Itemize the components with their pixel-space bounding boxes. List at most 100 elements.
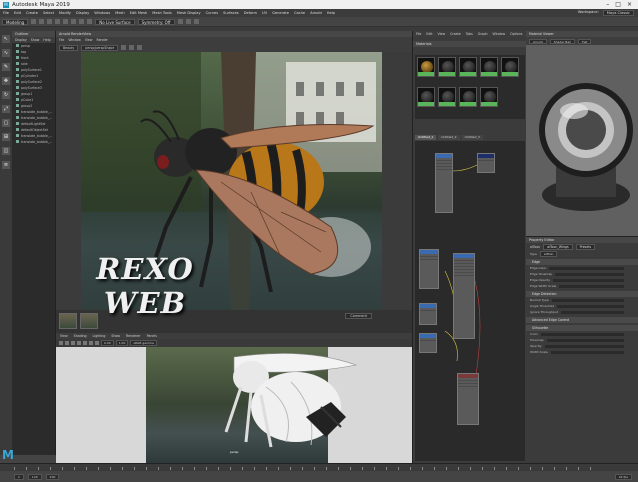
- comment-field[interactable]: Comment: [345, 313, 372, 319]
- color-space-dropdown[interactable]: sRGB gamma: [130, 340, 157, 346]
- material-swatch[interactable]: [438, 87, 456, 107]
- redo-icon[interactable]: [63, 19, 69, 24]
- menuset-dropdown[interactable]: Modeling: [2, 18, 29, 25]
- render-view-menu-item[interactable]: Render: [97, 37, 108, 43]
- material-swatch[interactable]: [438, 57, 456, 77]
- move-tool-icon[interactable]: ✥: [2, 77, 10, 85]
- place2d-node[interactable]: [419, 303, 437, 325]
- material-swatch[interactable]: [417, 57, 435, 77]
- maximize-icon[interactable]: □: [615, 1, 621, 8]
- material-swatch[interactable]: [459, 57, 477, 77]
- ipr-render-icon[interactable]: [185, 19, 191, 24]
- select-tool-icon[interactable]: ↖: [2, 35, 10, 43]
- layout-split-icon[interactable]: ◫: [2, 147, 10, 155]
- lasso-tool-icon[interactable]: ∿: [2, 49, 10, 57]
- attribute-slider[interactable]: [559, 284, 624, 288]
- symmetry-dropdown[interactable]: Symmetry: Off: [137, 18, 175, 25]
- attribute-slider[interactable]: [540, 332, 624, 336]
- environment-dropdown[interactable]: Flat: [577, 38, 592, 44]
- end-frame-field[interactable]: 120: [27, 473, 42, 480]
- viewport-scene[interactable]: persp: [56, 347, 412, 463]
- attribute-slider[interactable]: [549, 266, 624, 270]
- shader-node[interactable]: [435, 153, 453, 213]
- viewport-menu-item[interactable]: Panels: [147, 333, 157, 339]
- attribute-slider[interactable]: [544, 344, 624, 348]
- hypershade-menu-item[interactable]: Options: [510, 31, 522, 37]
- menu-item[interactable]: UV: [262, 11, 267, 15]
- menu-item[interactable]: Modify: [59, 11, 71, 15]
- fps-dropdown[interactable]: 24 fps: [614, 473, 632, 480]
- layout-four-icon[interactable]: ⊞: [2, 133, 10, 141]
- outliner-menu-item[interactable]: Help: [43, 37, 50, 43]
- menu-item[interactable]: Edit Mesh: [130, 11, 148, 15]
- save-scene-icon[interactable]: [47, 19, 53, 24]
- menu-item[interactable]: File: [3, 11, 9, 15]
- close-icon[interactable]: ×: [627, 1, 632, 8]
- menu-item[interactable]: Windows: [94, 11, 110, 15]
- menu-item[interactable]: Cache: [294, 11, 305, 15]
- scale-tool-icon[interactable]: ⤢: [2, 105, 10, 113]
- hypershade-menu-item[interactable]: Edit: [426, 31, 432, 37]
- node-graph[interactable]: [415, 141, 525, 461]
- undo-icon[interactable]: [55, 19, 61, 24]
- menu-item[interactable]: Surfaces: [223, 11, 239, 15]
- textured-icon[interactable]: [77, 341, 81, 345]
- shading-group-node[interactable]: [477, 153, 495, 173]
- smooth-shade-icon[interactable]: [71, 341, 75, 345]
- gamma-field[interactable]: 1.00: [115, 340, 129, 346]
- outliner-layout-icon[interactable]: ≡: [2, 161, 10, 169]
- attribute-slider[interactable]: [546, 338, 624, 342]
- snapshot-icon[interactable]: [137, 45, 143, 50]
- start-frame-field[interactable]: 1: [14, 473, 24, 480]
- open-scene-icon[interactable]: [39, 19, 45, 24]
- file-node[interactable]: [419, 333, 437, 353]
- minimize-icon[interactable]: –: [606, 1, 609, 8]
- attribute-slider[interactable]: [557, 304, 624, 308]
- viewport-menu-item[interactable]: View: [60, 333, 68, 339]
- attribute-slider[interactable]: [550, 350, 624, 354]
- menu-item[interactable]: Curves: [206, 11, 218, 15]
- render-view-menu-item[interactable]: File: [59, 37, 64, 43]
- shadows-icon[interactable]: [89, 341, 93, 345]
- aov-dropdown[interactable]: Beauty: [59, 44, 79, 51]
- menu-item[interactable]: Mesh Tools: [152, 11, 171, 15]
- renderer-dropdown[interactable]: Arnold: [529, 38, 547, 44]
- hypershade-menu-item[interactable]: Tabs: [466, 31, 473, 37]
- attribute-slider[interactable]: [553, 278, 624, 282]
- menu-item[interactable]: Help: [327, 11, 335, 15]
- menu-item[interactable]: Mesh Display: [177, 11, 201, 15]
- toon-shader-node[interactable]: [453, 253, 475, 339]
- paint-select-icon[interactable]: ✎: [2, 63, 10, 71]
- stop-render-icon[interactable]: [129, 45, 135, 50]
- graph-tab[interactable]: Untitled_3: [461, 135, 483, 140]
- material-swatch[interactable]: [501, 57, 519, 77]
- menu-item[interactable]: Select: [43, 11, 54, 15]
- attribute-section-header[interactable]: Advanced Edge Control: [526, 317, 638, 323]
- snap-grid-icon[interactable]: [79, 19, 85, 24]
- menu-item[interactable]: Deform: [244, 11, 257, 15]
- menu-item[interactable]: Generate: [272, 11, 289, 15]
- viewport-menu-item[interactable]: Shading: [74, 333, 87, 339]
- presets-button[interactable]: Presets: [575, 244, 596, 250]
- shader-ball-preview[interactable]: [526, 45, 638, 236]
- menu-item[interactable]: Mesh: [115, 11, 124, 15]
- shape-dropdown[interactable]: Shader Ball: [549, 38, 575, 44]
- isolate-icon[interactable]: [95, 341, 99, 345]
- viewport-menu-item[interactable]: Renderer: [126, 333, 141, 339]
- time-slider[interactable]: [0, 463, 638, 471]
- render-frame-icon[interactable]: [177, 19, 183, 24]
- workspace-dropdown[interactable]: Maya Classic: [602, 10, 634, 16]
- render-settings-icon[interactable]: [193, 19, 199, 24]
- hypershade-menu-item[interactable]: Graph: [478, 31, 488, 37]
- material-swatch[interactable]: [417, 87, 435, 107]
- node-name-field[interactable]: aiToon_Wings: [543, 244, 573, 250]
- menu-item[interactable]: Create: [26, 11, 38, 15]
- menu-item[interactable]: Display: [76, 11, 89, 15]
- outliner-item[interactable]: translate_bubble_...: [12, 139, 55, 145]
- new-scene-icon[interactable]: [31, 19, 37, 24]
- live-surface-dropdown[interactable]: No Live Surface: [95, 18, 135, 25]
- viewport-menu-item[interactable]: Lighting: [93, 333, 106, 339]
- playback-end-field[interactable]: 200: [45, 473, 60, 480]
- hypershade-menu-item[interactable]: File: [416, 31, 421, 37]
- material-swatch[interactable]: [480, 57, 498, 77]
